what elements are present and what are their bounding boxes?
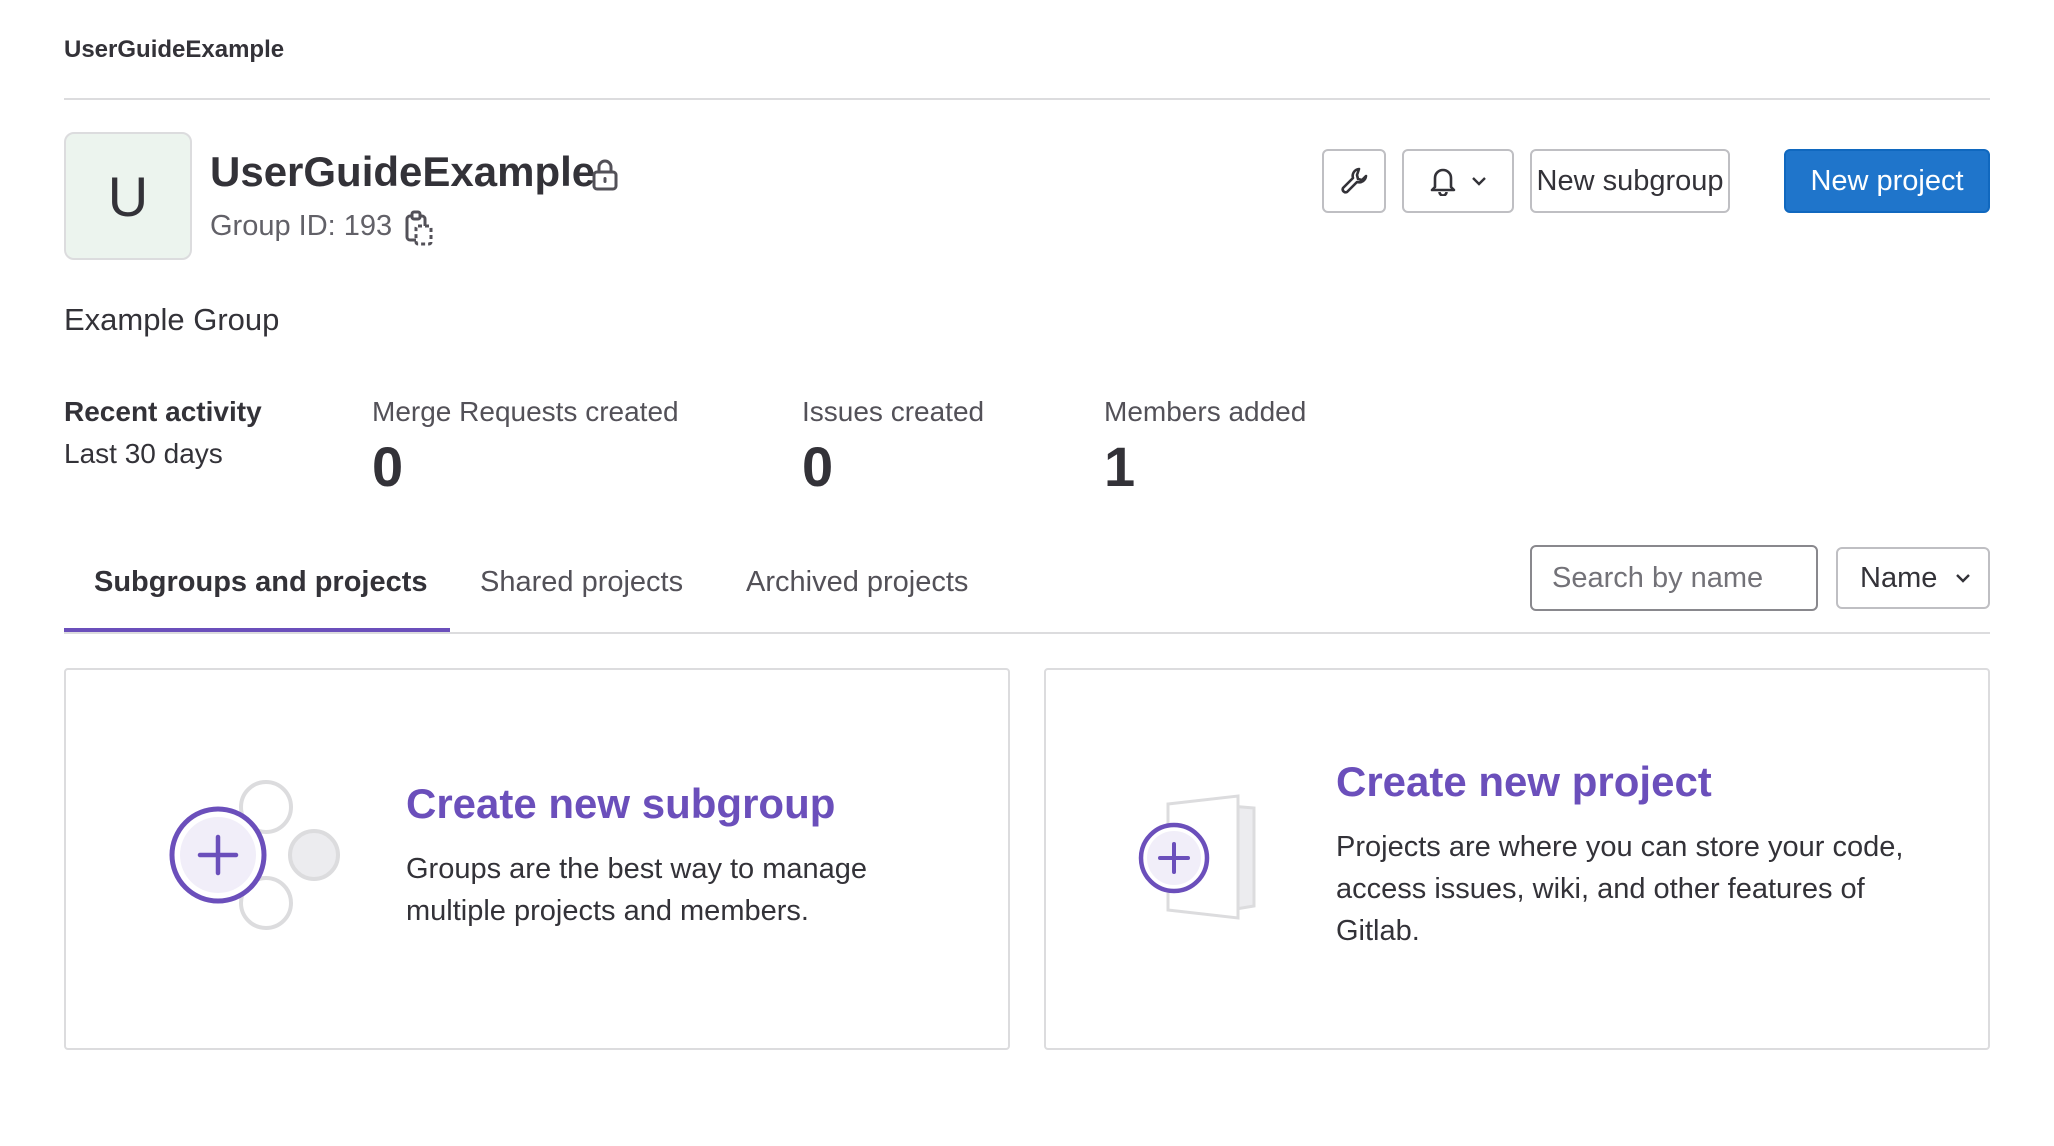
header-divider (64, 98, 1990, 100)
lock-icon (592, 159, 618, 191)
tab-archived-projects[interactable]: Archived projects (746, 566, 968, 599)
breadcrumb[interactable]: UserGuideExample (64, 36, 284, 64)
chevron-down-icon (1956, 574, 1971, 583)
create-subgroup-text: Groups are the best way to manage multip… (406, 853, 868, 927)
stat-value: 1 (1104, 435, 1136, 498)
new-project-button[interactable]: New project (1784, 149, 1990, 213)
sort-dropdown[interactable]: Name (1836, 547, 1990, 609)
stat-value: 0 (372, 435, 404, 498)
activity-period: Last 30 days (64, 438, 223, 469)
page-title: UserGuideExample (210, 148, 596, 195)
tab-subgroups-and-projects[interactable]: Subgroups and projects (94, 566, 428, 599)
copy-icon[interactable] (404, 210, 434, 246)
tab-shared-projects[interactable]: Shared projects (480, 566, 683, 599)
create-subgroup-title[interactable]: Create new subgroup (406, 780, 835, 828)
subgroup-illustration-icon (169, 780, 340, 930)
tabs-divider (64, 632, 1990, 634)
stat-issues: Issues created 0 (802, 396, 984, 499)
activity-title: Recent activity (64, 396, 262, 427)
stat-label: Merge Requests created (372, 396, 679, 427)
create-project-card[interactable]: Create new project Projects are where yo… (1044, 668, 1990, 1050)
project-illustration-icon (1138, 794, 1256, 920)
stat-value: 0 (802, 435, 834, 498)
wrench-icon (1341, 167, 1368, 194)
create-project-text: Projects are where you can store your co… (1336, 831, 1904, 947)
group-description: Example Group (64, 302, 280, 337)
stat-members: Members added 1 (1104, 396, 1306, 499)
stat-merge-requests: Merge Requests created 0 (372, 396, 679, 499)
create-subgroup-card[interactable]: Create new subgroup Groups are the best … (64, 668, 1010, 1050)
notifications-dropdown[interactable] (1402, 149, 1514, 213)
group-id: Group ID: 193 (210, 210, 393, 242)
bell-icon (1430, 168, 1456, 196)
search-input[interactable] (1530, 545, 1818, 611)
group-avatar: U (64, 132, 192, 260)
stat-label: Issues created (802, 396, 985, 427)
create-project-title[interactable]: Create new project (1336, 758, 1712, 806)
settings-button[interactable] (1322, 149, 1386, 213)
stat-label: Members added (1104, 396, 1307, 427)
sort-selected-label: Name (1860, 561, 1938, 594)
new-subgroup-button[interactable]: New subgroup (1530, 149, 1730, 213)
active-tab-indicator (64, 628, 450, 632)
chevron-down-icon (1472, 177, 1486, 186)
